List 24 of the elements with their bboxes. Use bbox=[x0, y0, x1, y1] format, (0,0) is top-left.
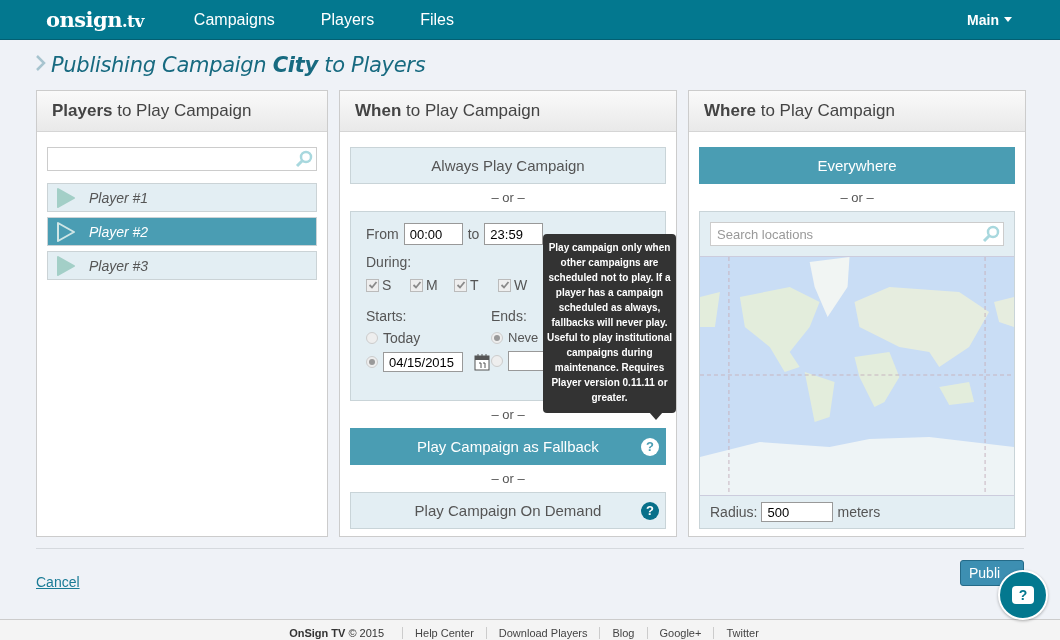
ends-label: Ends: bbox=[491, 308, 527, 324]
panel-heading: When to Play Campaign bbox=[340, 91, 676, 132]
tooltip: Play campaign only when other campaigns are scheduled not to play. If a player has a campaign scheduled as always, fallbacks will never play. Useful to play institutional campaigns during maintenance. Requires Player version 0.11.11 or greater. bbox=[543, 234, 676, 413]
separator-text: – or – bbox=[840, 189, 874, 207]
today-label: Today bbox=[383, 330, 421, 346]
never-label: Neve bbox=[508, 330, 539, 345]
from-label: From bbox=[366, 226, 399, 242]
day-label: S bbox=[382, 277, 393, 293]
panel-heading: Players to Play Campaign bbox=[37, 91, 327, 132]
chat-icon: ? bbox=[1012, 586, 1034, 604]
starts-label: Starts: bbox=[366, 308, 407, 324]
day-label: M bbox=[426, 277, 439, 293]
separator-text: – or – bbox=[491, 189, 525, 207]
day-label: W bbox=[514, 277, 529, 293]
to-label: to bbox=[467, 226, 480, 242]
copyright-text: OnSign TV © 2015 bbox=[289, 627, 385, 639]
page-title: Publishing Campaign City to Players bbox=[51, 53, 426, 77]
panel-heading: Where to Play Campaign bbox=[689, 91, 1025, 132]
radius-label: Radius: bbox=[710, 504, 758, 520]
unit-label: meters bbox=[837, 504, 881, 520]
during-label: During: bbox=[366, 254, 412, 270]
separator-text: – or – bbox=[491, 470, 525, 488]
day-label: T bbox=[470, 277, 480, 293]
separator-text: – or – bbox=[491, 406, 525, 424]
